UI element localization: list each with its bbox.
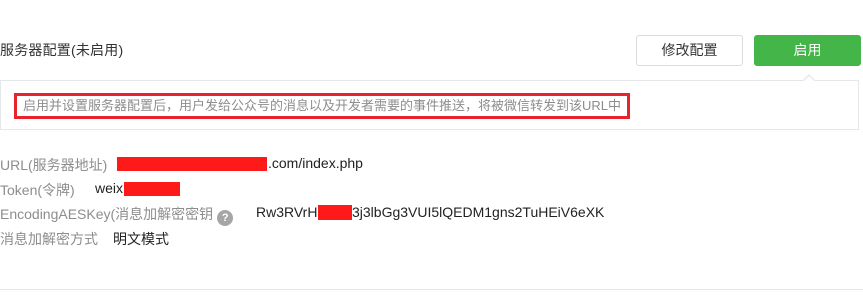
server-config-panel: 服务器配置(未启用) 修改配置 启用 启用并设置服务器配置后，用户发给公众号的消… <box>0 0 863 297</box>
enable-button[interactable]: 启用 <box>754 35 861 82</box>
aes-key-row: EncodingAESKey(消息加解密密钥? Rw3RVrHl 3j3lbGg… <box>0 204 604 226</box>
modify-config-button[interactable]: 修改配置 <box>636 35 743 66</box>
encrypt-mode-value: 明文模式 <box>113 231 169 247</box>
aes-key-value-suffix: 3j3lbGg3VUI5lQEDM1gns2TuHEiV6eXK <box>352 204 605 220</box>
question-circle-icon[interactable]: ? <box>217 210 234 226</box>
token-row: Token(令牌) weix <box>0 180 180 200</box>
encrypt-mode-row: 消息加解密方式 明文模式 <box>0 229 169 249</box>
token-value: weix <box>95 180 124 196</box>
section-title: 服务器配置(未启用) <box>0 42 124 58</box>
tip-text: 启用并设置服务器配置后，用户发给公众号的消息以及开发者需要的事件推送，将被微信转… <box>14 93 631 119</box>
url-value: .com/index.php <box>268 155 363 171</box>
redaction-token <box>124 182 180 196</box>
tip-box: 启用并设置服务器配置后，用户发给公众号的消息以及开发者需要的事件推送，将被微信转… <box>0 80 859 130</box>
divider <box>0 289 863 290</box>
url-label: URL(服务器地址) <box>0 157 108 173</box>
token-label: Token(令牌) <box>0 182 75 198</box>
encrypt-mode-label: 消息加解密方式 <box>0 231 98 247</box>
aes-key-value-prefix: Rw3RVrHl <box>256 204 321 220</box>
redaction-aes-key <box>318 205 352 220</box>
url-row: URL(服务器地址) .com/index.php <box>0 155 363 175</box>
aes-key-label: EncodingAESKey(消息加解密密钥 <box>0 206 214 222</box>
redaction-url <box>117 157 267 171</box>
